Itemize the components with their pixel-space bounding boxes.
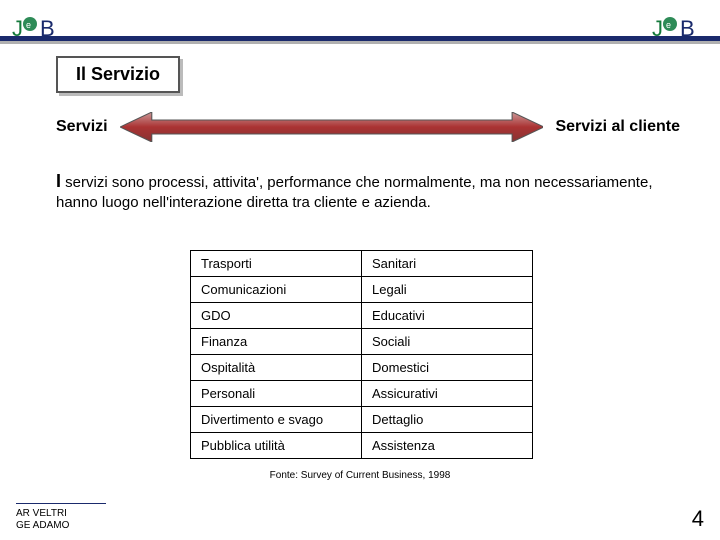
svg-text:e: e bbox=[666, 20, 671, 30]
table-cell: Legali bbox=[362, 277, 533, 303]
table-cell: Assicurativi bbox=[362, 381, 533, 407]
author-2: GE ADAMO bbox=[16, 520, 69, 532]
table-cell: Domestici bbox=[362, 355, 533, 381]
table-cell: Trasporti bbox=[191, 251, 362, 277]
table-cell: Educativi bbox=[362, 303, 533, 329]
slide: J e B J e B Il Servizio Servizi bbox=[0, 0, 720, 540]
table-cell: GDO bbox=[191, 303, 362, 329]
services-table: TrasportiSanitari ComunicazioniLegali GD… bbox=[190, 250, 533, 459]
table-row: Pubblica utilitàAssistenza bbox=[191, 433, 533, 459]
table-cell: Assistenza bbox=[362, 433, 533, 459]
table-cell: Dettaglio bbox=[362, 407, 533, 433]
table-cell: Pubblica utilità bbox=[191, 433, 362, 459]
page-number: 4 bbox=[692, 506, 704, 532]
table-row: ComunicazioniLegali bbox=[191, 277, 533, 303]
table-row: PersonaliAssicurativi bbox=[191, 381, 533, 407]
arrow-left-label: Servizi bbox=[56, 118, 108, 136]
svg-text:e: e bbox=[26, 20, 31, 30]
table-row: TrasportiSanitari bbox=[191, 251, 533, 277]
table-row: Divertimento e svagoDettaglio bbox=[191, 407, 533, 433]
arrow-right-label: Servizi al cliente bbox=[555, 118, 680, 136]
table-cell: Divertimento e svago bbox=[191, 407, 362, 433]
source-citation: Fonte: Survey of Current Business, 1998 bbox=[0, 470, 720, 481]
table-cell: Finanza bbox=[191, 329, 362, 355]
arrow-row: Servizi Servizi al cliente bbox=[56, 112, 680, 142]
table-cell: Ospitalità bbox=[191, 355, 362, 381]
table-cell: Sanitari bbox=[362, 251, 533, 277]
table-row: GDOEducativi bbox=[191, 303, 533, 329]
table-cell: Sociali bbox=[362, 329, 533, 355]
title-box: Il Servizio bbox=[56, 56, 180, 93]
table-cell: Personali bbox=[191, 381, 362, 407]
table-row: FinanzaSociali bbox=[191, 329, 533, 355]
table-cell: Comunicazioni bbox=[191, 277, 362, 303]
table-row: OspitalitàDomestici bbox=[191, 355, 533, 381]
footer-divider bbox=[16, 503, 106, 504]
double-arrow-icon bbox=[120, 112, 544, 142]
authors: AR VELTRI GE ADAMO bbox=[16, 508, 69, 532]
definition-rest: servizi sono processi, attivita', perfor… bbox=[56, 174, 652, 211]
slide-title: Il Servizio bbox=[76, 64, 160, 84]
definition-text: I servizi sono processi, attivita', perf… bbox=[56, 170, 664, 213]
author-1: AR VELTRI bbox=[16, 508, 69, 520]
header-bar bbox=[0, 36, 720, 44]
